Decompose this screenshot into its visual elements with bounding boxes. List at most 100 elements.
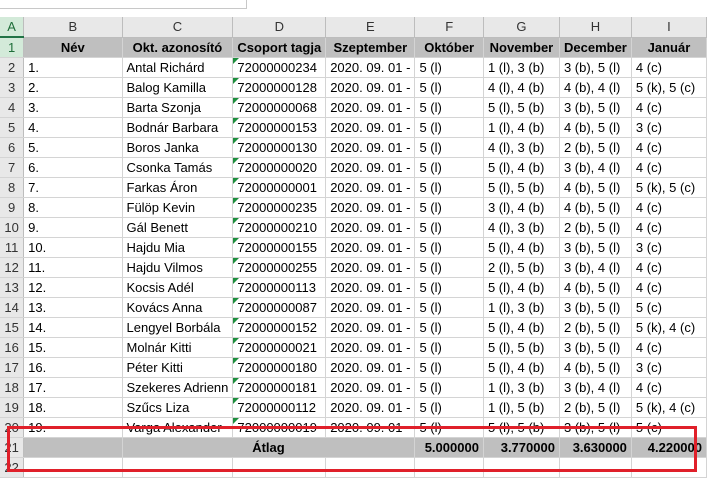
- id-cell[interactable]: 72000000087: [232, 297, 327, 318]
- row-header[interactable]: 20: [0, 417, 25, 438]
- id-cell[interactable]: 72000000235: [232, 197, 327, 218]
- november-cell[interactable]: 4 (b), 5 (l): [559, 117, 632, 138]
- october-cell[interactable]: 4 (l), 4 (b): [483, 77, 560, 98]
- september-cell[interactable]: 5 (l): [414, 297, 484, 318]
- name-cell[interactable]: Fülöp Kevin: [122, 197, 234, 218]
- september-cell[interactable]: 5 (l): [414, 177, 484, 198]
- group-cell[interactable]: 2020. 09. 01 -: [325, 337, 416, 358]
- group-cell[interactable]: 2020. 09. 01 -: [325, 357, 416, 378]
- december-cell[interactable]: 4 (c): [631, 97, 707, 118]
- index-cell[interactable]: 10.: [23, 237, 123, 258]
- row-header[interactable]: 11: [0, 237, 25, 258]
- row-header[interactable]: 17: [0, 357, 25, 378]
- row-header[interactable]: 15: [0, 317, 25, 338]
- index-cell[interactable]: 7.: [23, 177, 123, 198]
- empty-cell[interactable]: [631, 457, 707, 478]
- column-header-g[interactable]: G: [483, 17, 560, 38]
- name-cell[interactable]: Csonka Tamás: [122, 157, 234, 178]
- name-cell[interactable]: Varga Alexander: [122, 417, 234, 438]
- index-cell[interactable]: 5.: [23, 137, 123, 158]
- december-cell[interactable]: 4 (c): [631, 217, 707, 238]
- december-cell[interactable]: 5 (k), 4 (c): [631, 397, 707, 418]
- average-label[interactable]: Átlag: [122, 437, 416, 458]
- row-header[interactable]: 8: [0, 177, 25, 198]
- september-cell[interactable]: 5 (l): [414, 277, 484, 298]
- september-cell[interactable]: 5 (l): [414, 257, 484, 278]
- index-cell[interactable]: 2.: [23, 77, 123, 98]
- group-cell[interactable]: 2020. 09. 01 -: [325, 57, 416, 78]
- december-cell[interactable]: 4 (c): [631, 157, 707, 178]
- header-cell-8[interactable]: Január: [631, 37, 707, 58]
- name-cell[interactable]: Hajdu Mia: [122, 237, 234, 258]
- average-november[interactable]: 3.630000: [559, 437, 632, 458]
- december-cell[interactable]: 5 (c): [631, 417, 707, 438]
- name-cell[interactable]: Bodnár Barbara: [122, 117, 234, 138]
- row-header[interactable]: 7: [0, 157, 25, 178]
- group-cell[interactable]: 2020. 09. 01 -: [325, 157, 416, 178]
- header-cell-6[interactable]: November: [483, 37, 560, 58]
- november-cell[interactable]: 4 (b), 5 (l): [559, 197, 632, 218]
- september-cell[interactable]: 5 (l): [414, 97, 484, 118]
- october-cell[interactable]: 5 (l), 4 (b): [483, 237, 560, 258]
- group-cell[interactable]: 2020. 09. 01 -: [325, 177, 416, 198]
- id-cell[interactable]: 72000000020: [232, 157, 327, 178]
- october-cell[interactable]: 1 (l), 4 (b): [483, 117, 560, 138]
- name-cell[interactable]: Balog Kamilla: [122, 77, 234, 98]
- december-cell[interactable]: 5 (k), 5 (c): [631, 77, 707, 98]
- index-cell[interactable]: 4.: [23, 117, 123, 138]
- october-cell[interactable]: 1 (l), 3 (b): [483, 297, 560, 318]
- empty-cell[interactable]: [122, 457, 234, 478]
- september-cell[interactable]: 5 (l): [414, 377, 484, 398]
- id-cell[interactable]: 72000000152: [232, 317, 327, 338]
- row-header[interactable]: 10: [0, 217, 25, 238]
- id-cell[interactable]: 72000000113: [232, 277, 327, 298]
- group-cell[interactable]: 2020. 09. 01 -: [325, 377, 416, 398]
- september-cell[interactable]: 5 (l): [414, 77, 484, 98]
- index-cell[interactable]: 19.: [23, 417, 123, 438]
- row-header[interactable]: 6: [0, 137, 25, 158]
- september-cell[interactable]: 5 (l): [414, 137, 484, 158]
- november-cell[interactable]: 3 (b), 5 (l): [559, 97, 632, 118]
- september-cell[interactable]: 5 (l): [414, 197, 484, 218]
- name-cell[interactable]: Antal Richárd: [122, 57, 234, 78]
- row-header[interactable]: 21: [0, 437, 25, 458]
- average-september[interactable]: 5.000000: [414, 437, 484, 458]
- october-cell[interactable]: 4 (l), 3 (b): [483, 137, 560, 158]
- id-cell[interactable]: 72000000128: [232, 77, 327, 98]
- id-cell[interactable]: 72000000234: [232, 57, 327, 78]
- december-cell[interactable]: 5 (k), 5 (c): [631, 177, 707, 198]
- id-cell[interactable]: 72000000153: [232, 117, 327, 138]
- index-cell[interactable]: 3.: [23, 97, 123, 118]
- september-cell[interactable]: 5 (l): [414, 397, 484, 418]
- empty-cell[interactable]: [483, 457, 560, 478]
- name-cell[interactable]: Kocsis Adél: [122, 277, 234, 298]
- november-cell[interactable]: 3 (b), 5 (l): [559, 417, 632, 438]
- group-cell[interactable]: 2020. 09. 01 -: [325, 417, 416, 438]
- id-cell[interactable]: 72000000180: [232, 357, 327, 378]
- november-cell[interactable]: 3 (b), 5 (l): [559, 237, 632, 258]
- october-cell[interactable]: 1 (l), 3 (b): [483, 377, 560, 398]
- row-header[interactable]: 13: [0, 277, 25, 298]
- name-box[interactable]: [0, 0, 247, 9]
- october-cell[interactable]: 5 (l), 4 (b): [483, 157, 560, 178]
- header-cell-7[interactable]: December: [559, 37, 632, 58]
- column-header-b[interactable]: B: [23, 17, 123, 38]
- row-header[interactable]: 9: [0, 197, 25, 218]
- id-cell[interactable]: 72000000112: [232, 397, 327, 418]
- october-cell[interactable]: 4 (l), 3 (b): [483, 217, 560, 238]
- october-cell[interactable]: 5 (l), 4 (b): [483, 357, 560, 378]
- november-cell[interactable]: 3 (b), 4 (l): [559, 257, 632, 278]
- name-cell[interactable]: Lengyel Borbála: [122, 317, 234, 338]
- group-cell[interactable]: 2020. 09. 01 -: [325, 117, 416, 138]
- november-cell[interactable]: 3 (b), 4 (l): [559, 377, 632, 398]
- id-cell[interactable]: 72000000001: [232, 177, 327, 198]
- december-cell[interactable]: 4 (c): [631, 197, 707, 218]
- december-cell[interactable]: 4 (c): [631, 257, 707, 278]
- row-header[interactable]: 19: [0, 397, 25, 418]
- september-cell[interactable]: 5 (l): [414, 417, 484, 438]
- empty-cell[interactable]: [325, 457, 416, 478]
- september-cell[interactable]: 5 (l): [414, 317, 484, 338]
- name-cell[interactable]: Molnár Kitti: [122, 337, 234, 358]
- september-cell[interactable]: 5 (l): [414, 117, 484, 138]
- row-header[interactable]: 12: [0, 257, 25, 278]
